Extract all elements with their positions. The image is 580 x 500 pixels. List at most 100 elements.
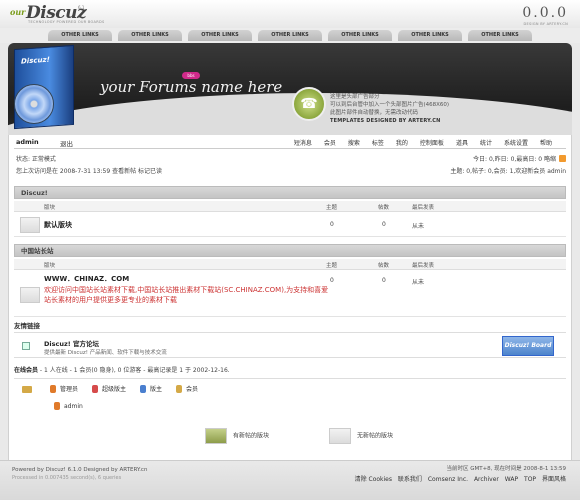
nav-link[interactable]: OTHER LINKS <box>188 30 252 41</box>
forum-topics: 0 <box>330 277 334 284</box>
legend-new-posts: 有新帖的版块 <box>205 428 269 444</box>
friend-link-name[interactable]: Discuz! 官方论坛 <box>44 338 99 348</box>
menu-control-panel[interactable]: 控制面板 <box>414 138 450 147</box>
online-user[interactable]: admin <box>54 402 83 410</box>
forum-banner <box>8 43 572 135</box>
logo-prefix: our <box>10 7 26 17</box>
footer-link-archiver[interactable]: Archiver <box>474 476 499 483</box>
forum-status-icon <box>20 217 40 233</box>
discuz-board-badge[interactable]: Discuz! Board <box>502 336 554 356</box>
post-stats-today: 今日: 0,昨日: 0,最高日: 0 略缩 <box>473 154 566 163</box>
nav-link[interactable]: OTHER LINKS <box>258 30 322 41</box>
footer-link-contact[interactable]: 联系我们 <box>398 476 422 483</box>
logo-tagline: TECHNOLOGY POWERED OUR BOARDS <box>28 20 105 24</box>
username-link[interactable]: admin <box>16 138 39 146</box>
forum-status-icon <box>20 287 40 303</box>
col-forum: 版块 <box>44 263 56 269</box>
legend-none-label: 无新帖的版块 <box>357 432 394 440</box>
nav-link[interactable]: OTHER LINKS <box>468 30 532 41</box>
logo-version: 6.1 <box>78 5 85 10</box>
link-tabs: OTHER LINKS OTHER LINKS OTHER LINKS OTHE… <box>0 28 580 43</box>
legend-member: 会员 <box>176 384 198 393</box>
supermod-icon <box>92 384 99 393</box>
brand-right: 0.0.0 DESIGN BY ARTERY.CN <box>522 5 568 26</box>
nav-link[interactable]: OTHER LINKS <box>118 30 182 41</box>
forum-row: WWW．CHINAZ．COM 0 0 从未 欢迎访问中国站长站素材下载,中国站长… <box>14 271 566 317</box>
legend-no-new-posts: 无新帖的版块 <box>329 428 393 444</box>
admin-icon <box>54 402 60 410</box>
ad-line: 可以到后台管中加入一个头部图片广告(468X60) <box>330 102 450 108</box>
cd-disc-image <box>14 84 54 124</box>
legend-label: 会员 <box>186 386 199 393</box>
legend-new-label: 有新帖的版块 <box>233 432 270 440</box>
category-header[interactable]: 中国站长站 <box>14 244 566 257</box>
col-posts: 帖数 <box>378 205 390 211</box>
ad-line: 这里是头部广告部分 <box>330 94 380 100</box>
footer-link-top[interactable]: TOP <box>524 476 536 483</box>
friend-links-heading: 友情链接 <box>14 322 40 330</box>
nav-link[interactable]: OTHER LINKS <box>328 30 392 41</box>
legend-label: 版主 <box>150 386 163 393</box>
banner-badge: bbs <box>182 72 200 79</box>
timezone-info: 当前时区 GMT+8, 现在时间是 2008-8-1 13:59 <box>446 466 566 472</box>
nav-link[interactable]: OTHER LINKS <box>398 30 462 41</box>
category-header[interactable]: Discuz! <box>14 186 566 199</box>
legend-admin: 管理员 <box>50 384 78 393</box>
online-heading[interactable]: 在线会员 <box>14 367 38 374</box>
phone-icon: ☎ <box>292 87 326 121</box>
footer-link-wap[interactable]: WAP <box>505 476 518 483</box>
footer-link-style[interactable]: 界面风格 <box>542 476 566 483</box>
link-icon <box>22 342 30 350</box>
forum-posts: 0 <box>382 277 386 284</box>
forum-name[interactable]: 默认版块 <box>44 220 72 230</box>
online-members-header: 在线会员 - 1 人在线 - 1 会员(0 隐身), 0 位游客 - 最高记录是… <box>14 365 566 379</box>
forum-lastpost: 从未 <box>412 223 425 230</box>
column-header-row: 版块 主题 帖数 最后发表 <box>14 201 566 212</box>
menu-help[interactable]: 帮助 <box>534 138 558 147</box>
footer-link-cookies[interactable]: 清除 Cookies <box>355 476 392 483</box>
forum-posts: 0 <box>382 221 386 228</box>
nav-link[interactable]: OTHER LINKS <box>48 30 112 41</box>
folder-icon <box>22 386 32 393</box>
col-topics: 主题 <box>326 263 338 269</box>
site-stats: 主题: 0,帖子: 0,会员: 1,欢迎新会员 admin <box>450 168 566 175</box>
member-group-legend: 管理员 超级版主 版主 会员 <box>50 384 212 393</box>
main-menu: 短消息 会员 搜索 标签 我的 控制面板 道具 统计 系统设置 帮助 <box>288 138 558 147</box>
forum-name-text: your Forums name here <box>100 78 283 96</box>
menu-admin[interactable]: 系统设置 <box>498 138 534 147</box>
member-icon <box>176 384 183 393</box>
menu-search[interactable]: 搜索 <box>342 138 366 147</box>
rss-icon[interactable] <box>559 155 566 162</box>
legend-label: 管理员 <box>60 386 79 393</box>
online-username[interactable]: admin <box>64 403 83 410</box>
processing-info: Processed in 0.007435 second(s), 6 queri… <box>12 475 122 481</box>
forum-name[interactable]: WWW．CHINAZ．COM <box>44 274 129 284</box>
template-credit[interactable]: TEMPLATES DESIGNED BY ARTERY.CN <box>330 118 440 124</box>
col-lastpost: 最后发表 <box>412 205 435 211</box>
column-header-row: 版块 主题 帖数 最后发表 <box>14 259 566 270</box>
footer-link-comsenz[interactable]: Comsenz Inc. <box>428 476 468 483</box>
brand-right-credit: DESIGN BY ARTERY.CN <box>523 22 568 26</box>
menu-stats[interactable]: 统计 <box>474 138 498 147</box>
menu-my[interactable]: 我的 <box>390 138 414 147</box>
col-topics: 主题 <box>326 205 338 211</box>
footer-links: 清除 Cookies 联系我们 Comsenz Inc. Archiver WA… <box>351 474 566 483</box>
today-stats-text: 今日: 0,昨日: 0,最高日: 0 略缩 <box>473 156 556 163</box>
brand-right-mark: 0.0.0 <box>522 5 568 21</box>
powered-by[interactable]: Powered by Discuz! 6.1.0 Designed by ART… <box>12 467 147 473</box>
menu-pm[interactable]: 短消息 <box>288 138 318 147</box>
mod-icon <box>140 384 147 393</box>
menu-tags[interactable]: 标签 <box>366 138 390 147</box>
user-toolbar: admin 退出 短消息 会员 搜索 标签 我的 控制面板 道具 统计 系统设置… <box>14 136 566 149</box>
admin-icon <box>50 384 56 393</box>
no-new-posts-icon <box>329 428 352 444</box>
menu-members[interactable]: 会员 <box>318 138 342 147</box>
menu-tools[interactable]: 道具 <box>450 138 474 147</box>
col-posts: 帖数 <box>378 263 390 269</box>
logout-link[interactable]: 退出 <box>60 138 73 148</box>
friend-link-desc: 提供最新 Discuz! 产品新闻、软件下载与技术交流 <box>44 350 167 356</box>
header-ad-text: 这里是头部广告部分 可以到后台管中加入一个头部图片广告(468X60) 此图片部… <box>330 93 449 117</box>
discuz-logo[interactable]: our Discuz 6.1 TECHNOLOGY POWERED OUR BO… <box>8 3 148 25</box>
online-summary: - 1 人在线 - 1 会员(0 隐身), 0 位游客 - 最高记录是 1 于 … <box>38 367 230 374</box>
last-visit-info[interactable]: 您上次访问是在 2008-7-31 13:59 查看新帖 标记已读 <box>16 166 162 175</box>
